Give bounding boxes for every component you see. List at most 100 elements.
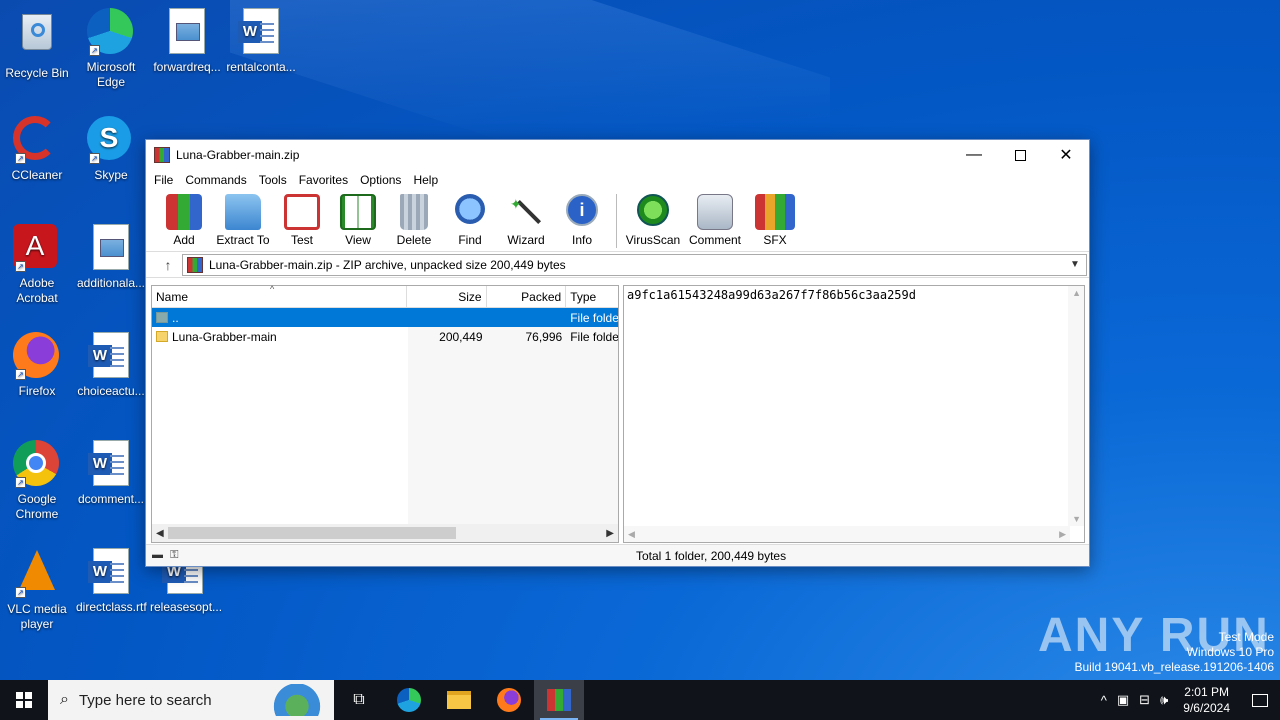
status-bar: ▬ ⚿ Total 1 folder, 200,449 bytes bbox=[146, 544, 1089, 566]
column-type[interactable]: Type bbox=[566, 286, 618, 307]
word-doc-icon: W bbox=[87, 440, 135, 488]
column-header: Name ^ Size Packed Type bbox=[152, 284, 618, 308]
drive-icon[interactable]: ▬ bbox=[152, 549, 163, 561]
taskbar-winrar[interactable] bbox=[534, 680, 584, 720]
desktop-icon-skype[interactable]: S ↗ Skype bbox=[76, 116, 146, 183]
view-button[interactable]: View bbox=[330, 194, 386, 247]
comment-bubble-icon bbox=[697, 194, 733, 230]
taskbar-firefox[interactable] bbox=[484, 680, 534, 720]
comment-pane[interactable]: a9fc1a61543248a99d63a267f7f86b56c3aa259d… bbox=[623, 285, 1085, 543]
menu-commands[interactable]: Commands bbox=[179, 173, 252, 187]
horizontal-scrollbar[interactable]: ◀ ▶ bbox=[152, 524, 618, 542]
path-combobox[interactable]: Luna-Grabber-main.zip - ZIP archive, unp… bbox=[182, 253, 1087, 276]
scroll-down-icon[interactable]: ▼ bbox=[1072, 514, 1081, 524]
desktop-icon-dcomment[interactable]: W dcomment... bbox=[76, 440, 146, 507]
sfx-button[interactable]: SFX bbox=[747, 194, 803, 247]
desktop-icon-adobe-acrobat[interactable]: A ↗ Adobe Acrobat bbox=[2, 224, 72, 306]
recycle-bin-icon bbox=[13, 14, 61, 62]
scrollbar-thumb[interactable] bbox=[168, 527, 456, 539]
desktop-icon-label: Microsoft Edge bbox=[86, 60, 136, 89]
column-name[interactable]: Name ^ bbox=[152, 284, 407, 307]
delete-button[interactable]: Delete bbox=[386, 194, 442, 247]
scroll-left-icon[interactable]: ◀ bbox=[156, 528, 164, 539]
up-arrow-icon[interactable]: ↑ bbox=[154, 257, 182, 273]
close-button[interactable]: ✕ bbox=[1043, 140, 1089, 170]
find-button[interactable]: Find bbox=[442, 194, 498, 247]
windows-logo-icon bbox=[16, 692, 32, 708]
comment-button[interactable]: Comment bbox=[683, 194, 747, 247]
table-row[interactable]: Luna-Grabber-main 200,449 76,996 File fo… bbox=[152, 327, 618, 346]
sfx-archive-icon bbox=[755, 194, 795, 230]
notification-button[interactable] bbox=[1240, 680, 1280, 720]
toolbar: Add Extract To Test View Delete Find ✦ W… bbox=[146, 190, 1089, 252]
menu-file[interactable]: File bbox=[148, 173, 179, 187]
desktop-icon-label: Google Chrome bbox=[15, 492, 59, 521]
chevron-up-icon[interactable]: ^ bbox=[1096, 693, 1112, 708]
column-size[interactable]: Size bbox=[407, 286, 487, 307]
comment-horizontal-scrollbar[interactable]: ◀ ▶ bbox=[624, 526, 1070, 542]
book-icon bbox=[340, 194, 376, 230]
wizard-label: Wizard bbox=[507, 233, 545, 247]
watermark-line-1: Test Mode bbox=[1218, 630, 1274, 644]
desktop-icon-rentalconta[interactable]: W rentalconta... bbox=[226, 8, 296, 75]
chevron-down-icon[interactable]: ▼ bbox=[1070, 259, 1086, 270]
system-watermark: Test Mode Windows 10 Pro Build 19041.vb_… bbox=[1075, 630, 1275, 675]
menu-favorites[interactable]: Favorites bbox=[293, 173, 354, 187]
search-placeholder: Type here to search bbox=[78, 691, 212, 709]
vertical-scrollbar[interactable]: ▲ ▼ bbox=[1068, 286, 1084, 526]
window-title: Luna-Grabber-main.zip bbox=[176, 148, 300, 162]
desktop-icon-recycle-bin[interactable]: Recycle Bin bbox=[2, 8, 72, 81]
desktop-icon-vlc[interactable]: ↗ VLC media player bbox=[2, 548, 72, 632]
winrar-window: Luna-Grabber-main.zip — ✕ File Commands … bbox=[145, 139, 1090, 567]
desktop-icon-edge[interactable]: ↗ Microsoft Edge bbox=[76, 8, 146, 90]
column-packed[interactable]: Packed bbox=[487, 286, 567, 307]
desktop-icon-label: CCleaner bbox=[11, 168, 63, 182]
menu-tools[interactable]: Tools bbox=[253, 173, 293, 187]
network-icon[interactable]: ⊟ bbox=[1134, 692, 1155, 708]
menu-options[interactable]: Options bbox=[354, 173, 407, 187]
scroll-up-icon[interactable]: ▲ bbox=[1072, 288, 1081, 298]
key-icon[interactable]: ⚿ bbox=[170, 549, 178, 561]
title-bar[interactable]: Luna-Grabber-main.zip — ✕ bbox=[146, 140, 1089, 170]
desktop-icon-choiceactu[interactable]: W choiceactu... bbox=[76, 332, 146, 399]
desktop-icon-label: Recycle Bin bbox=[5, 66, 69, 80]
desktop-icon-ccleaner[interactable]: ↗ CCleaner bbox=[2, 116, 72, 183]
taskbar-edge[interactable] bbox=[384, 680, 434, 720]
device-icon[interactable]: ▣ bbox=[1112, 692, 1134, 708]
desktop-icon-directclass[interactable]: W directclass.rtf bbox=[76, 548, 147, 615]
volume-icon[interactable]: 🕪 bbox=[1155, 692, 1173, 708]
info-button[interactable]: i Info bbox=[554, 194, 610, 247]
task-view-button[interactable]: ⧉ bbox=[334, 680, 384, 720]
desktop-icon-firefox[interactable]: ↗ Firefox bbox=[2, 332, 72, 399]
test-button[interactable]: Test bbox=[274, 194, 330, 247]
column-name-label: Name bbox=[156, 290, 189, 304]
sort-up-icon: ^ bbox=[270, 284, 275, 294]
menu-help[interactable]: Help bbox=[407, 173, 444, 187]
table-row[interactable]: .. File folder bbox=[152, 308, 618, 327]
minimize-button[interactable]: — bbox=[951, 140, 997, 170]
folder-icon bbox=[447, 691, 471, 709]
start-button[interactable] bbox=[0, 680, 48, 720]
scroll-left-icon[interactable]: ◀ bbox=[628, 529, 635, 540]
taskbar-file-explorer[interactable] bbox=[434, 680, 484, 720]
clock[interactable]: 2:01 PM 9/6/2024 bbox=[1173, 684, 1240, 716]
virusscan-button[interactable]: VirusScan bbox=[623, 194, 683, 247]
maximize-button[interactable] bbox=[997, 140, 1043, 170]
desktop-icon-additionala[interactable]: additionala... bbox=[76, 224, 146, 291]
add-archive-icon bbox=[166, 194, 202, 230]
toolbar-separator bbox=[616, 194, 617, 248]
desktop-icon-label: additionala... bbox=[76, 276, 146, 290]
search-highlight-globe-icon[interactable] bbox=[266, 684, 328, 716]
scroll-right-icon[interactable]: ▶ bbox=[1059, 529, 1066, 540]
add-button[interactable]: Add bbox=[156, 194, 212, 247]
wizard-button[interactable]: ✦ Wizard bbox=[498, 194, 554, 247]
scroll-right-icon[interactable]: ▶ bbox=[606, 528, 614, 539]
virus-scan-icon bbox=[637, 194, 669, 226]
comment-label: Comment bbox=[688, 233, 741, 247]
desktop-icon-google-chrome[interactable]: ↗ Google Chrome bbox=[2, 440, 72, 522]
taskbar-search-box[interactable]: ⌕ Type here to search bbox=[48, 680, 334, 720]
desktop-icon-forwardreq[interactable]: forwardreq... bbox=[152, 8, 222, 75]
extract-to-button[interactable]: Extract To bbox=[212, 194, 274, 247]
winrar-icon bbox=[547, 689, 571, 711]
add-label: Add bbox=[173, 233, 195, 247]
